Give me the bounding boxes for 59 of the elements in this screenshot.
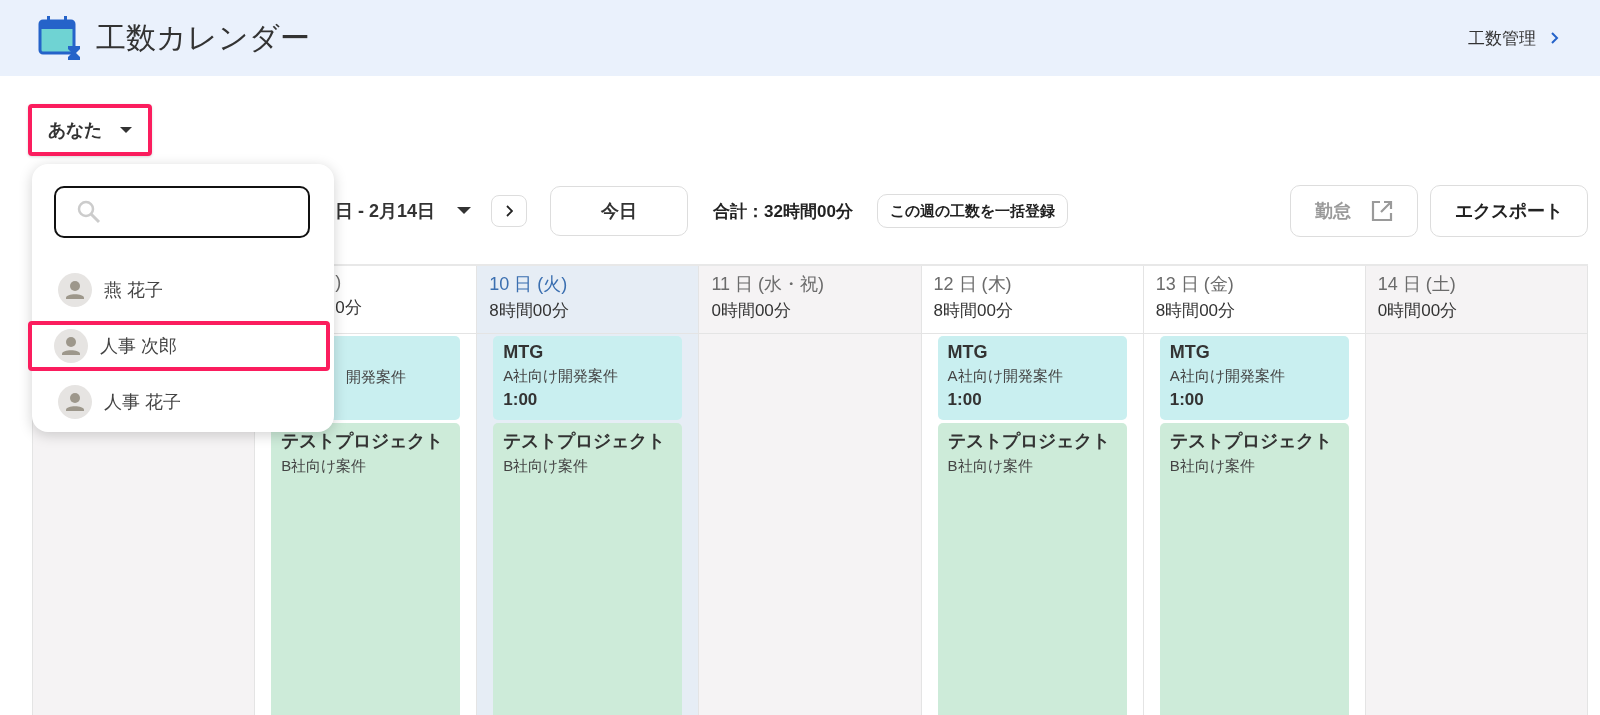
entry-title: テストプロジェクト (281, 430, 445, 453)
navigation-link[interactable]: 工数管理 (1468, 26, 1560, 50)
search-field[interactable] (54, 186, 310, 238)
day-label: 12 日 (木) (933, 273, 1013, 296)
date-range[interactable]: 日 - 2月14日 (335, 199, 436, 223)
entry-title: MTG (1169, 342, 1211, 363)
meeting-entry[interactable]: MTG A社向け開発案件 1:00 (937, 336, 1127, 420)
day-label: 11 日 (水・祝) (711, 273, 826, 296)
entry-title: テストプロジェクト (1169, 430, 1333, 453)
day-label: ) (335, 272, 342, 293)
day-hours: 0時間00分 (1377, 300, 1459, 322)
day-hours: 0分 (335, 297, 362, 319)
caret-icon[interactable] (457, 207, 472, 215)
user-menu-item[interactable]: 燕 花子 (32, 265, 334, 315)
entry-duration: 1:00 (503, 390, 539, 410)
avatar-icon (54, 329, 88, 363)
entry-duration: 1:00 (947, 390, 983, 410)
day-hours: 8時間00分 (933, 300, 1014, 322)
entry-client: A社向け開発案件 (947, 367, 1064, 386)
today-button[interactable]: 今日 (550, 186, 689, 236)
user-dropdown-button[interactable]: あなた (28, 104, 152, 156)
entry-title: MTG (947, 342, 989, 363)
project-entry[interactable]: テストプロジェクト B社向け案件 (937, 423, 1127, 715)
calendar-hourglass-icon (38, 15, 82, 61)
day-hours: 0時間00分 (711, 300, 792, 322)
next-week-button[interactable] (491, 195, 528, 227)
user-menu-item[interactable]: 人事 次郎 (28, 321, 330, 371)
chevron-right-icon (1550, 31, 1560, 45)
total-hours: 合計：32時間00分 (713, 200, 853, 223)
external-link-icon (1371, 200, 1393, 222)
search-icon (76, 199, 102, 225)
chevron-right-icon (505, 205, 514, 217)
entry-title: テストプロジェクト (503, 430, 667, 453)
avatar-icon (58, 385, 92, 419)
export-button[interactable]: エクスポート (1430, 185, 1588, 237)
entry-title: テストプロジェクト (947, 430, 1111, 453)
entry-client: 開発案件 (346, 368, 408, 387)
meeting-entry[interactable]: MTG A社向け開発案件 1:00 (1159, 336, 1349, 420)
avatar-icon (58, 273, 92, 307)
entry-client: B社向け案件 (1169, 457, 1256, 476)
meeting-entry[interactable]: MTG A社向け開発案件 1:00 (493, 336, 683, 420)
entry-client: A社向け開発案件 (1169, 367, 1286, 386)
entry-duration: 1:00 (1169, 390, 1205, 410)
entry-client: A社向け開発案件 (503, 367, 620, 386)
page-title: 工数カレンダー (96, 19, 310, 56)
day-label: 10 日 (火) (489, 273, 569, 296)
entry-client: B社向け案件 (503, 457, 590, 476)
day-label: 13 日 (金) (1155, 273, 1235, 296)
bulk-register-button[interactable]: この週の工数を一括登録 (876, 194, 1068, 228)
day-hours: 8時間00分 (489, 300, 570, 322)
project-entry[interactable]: テストプロジェクト B社向け案件 (1159, 423, 1349, 715)
project-entry[interactable]: テストプロジェクト B社向け案件 (493, 423, 683, 715)
caret-icon (120, 126, 132, 134)
day-hours: 8時間00分 (1155, 300, 1237, 322)
project-entry[interactable]: テストプロジェクト B社向け案件 (271, 423, 461, 715)
entry-client: B社向け案件 (947, 457, 1034, 476)
day-label: 14 日 (土) (1377, 273, 1457, 296)
entry-title: MTG (503, 342, 545, 363)
entry-client: B社向け案件 (281, 457, 368, 476)
